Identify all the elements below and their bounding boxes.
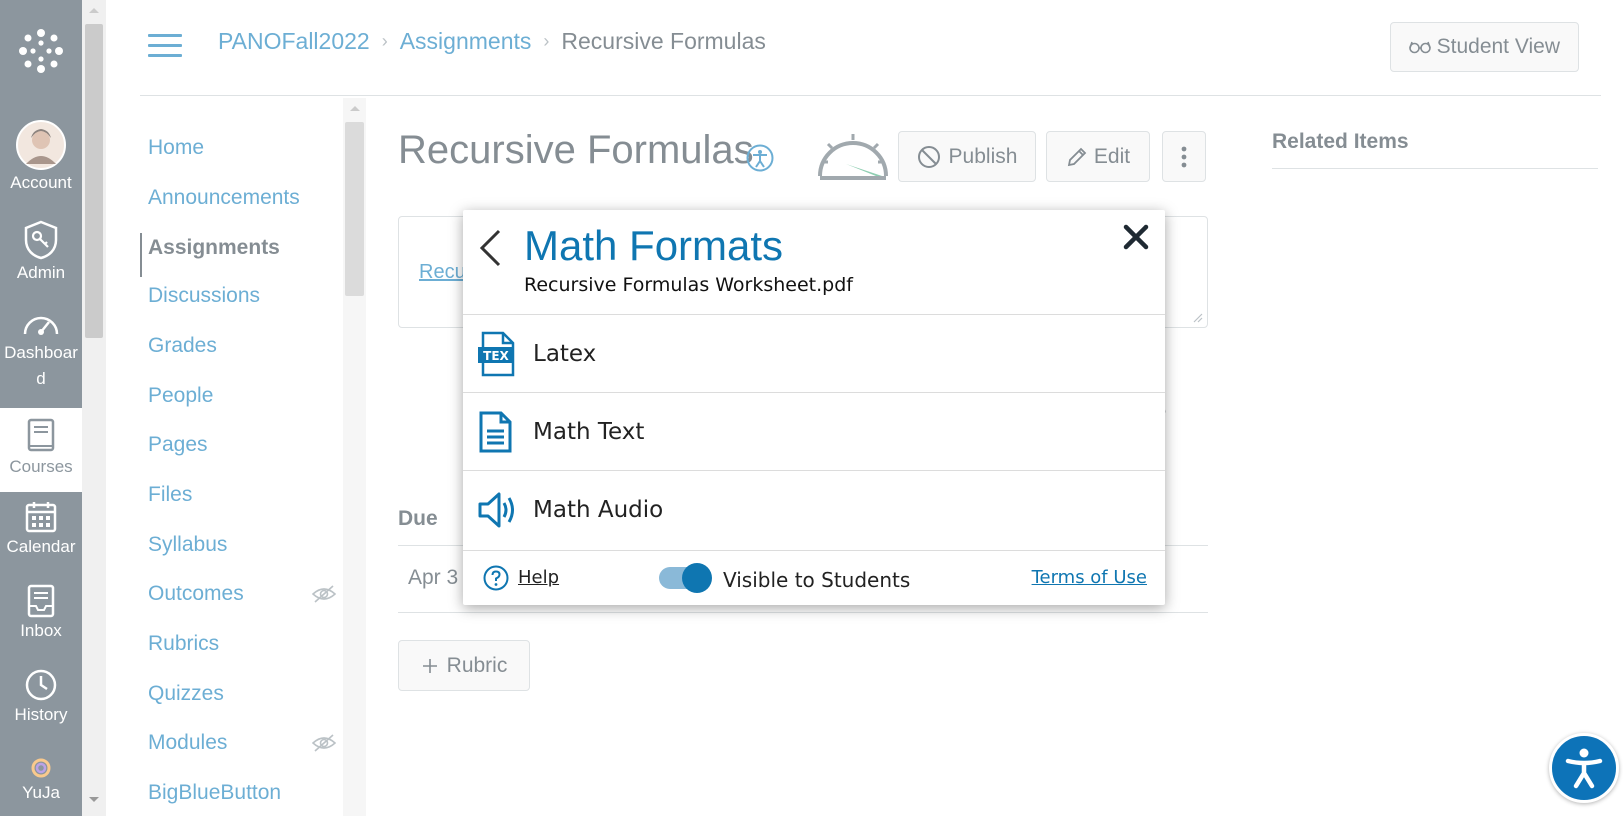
document-icon [479, 411, 512, 452]
format-option-math-text[interactable]: Math Text [463, 392, 1165, 470]
format-option-label: Latex [533, 340, 597, 367]
toggle-label: Visible to Students [723, 568, 911, 592]
dialog-footer: Help Visible to Students Terms of Use [463, 550, 1165, 605]
close-icon[interactable] [1123, 224, 1149, 250]
help-link[interactable]: Help [518, 567, 559, 588]
toggle-knob [682, 563, 712, 593]
format-option-latex[interactable]: TEX Latex [463, 314, 1165, 392]
svg-text:TEX: TEX [483, 349, 509, 363]
format-option-math-audio[interactable]: Math Audio [463, 470, 1165, 548]
accessibility-person-icon [1565, 748, 1603, 789]
terms-of-use-link[interactable]: Terms of Use [1032, 567, 1147, 588]
dialog-subtitle: Recursive Formulas Worksheet.pdf [524, 274, 853, 296]
back-chevron-icon[interactable] [477, 228, 503, 268]
tex-file-icon: TEX [478, 331, 515, 376]
format-option-label: Math Text [533, 418, 645, 445]
help-circle-icon[interactable] [483, 565, 509, 591]
format-option-label: Math Audio [533, 496, 664, 523]
speaker-icon [478, 492, 514, 527]
dialog-title: Math Formats [524, 222, 784, 269]
visible-to-students-toggle[interactable] [659, 563, 712, 593]
accessibility-widget-button[interactable] [1549, 733, 1619, 803]
math-formats-dialog: Math Formats Recursive Formulas Workshee… [463, 210, 1165, 605]
